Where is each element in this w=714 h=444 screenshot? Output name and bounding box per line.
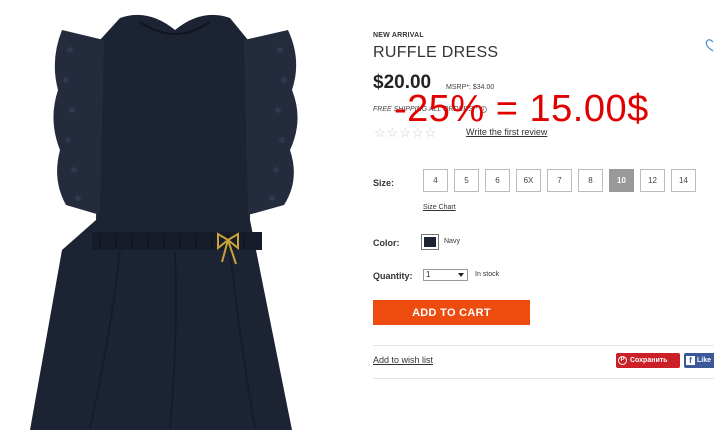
- product-title: RUFFLE DRESS: [373, 44, 499, 61]
- size-option-4[interactable]: 4: [423, 169, 448, 192]
- size-option-7[interactable]: 7: [547, 169, 572, 192]
- size-option-14[interactable]: 14: [671, 169, 696, 192]
- size-option-5[interactable]: 5: [454, 169, 479, 192]
- size-label: Size:: [373, 178, 395, 188]
- pinterest-icon: P: [618, 356, 627, 365]
- size-chart-link[interactable]: Size Chart: [423, 204, 456, 211]
- size-options: 4 5 6 6X 7 8 10 12 14: [423, 169, 696, 192]
- heart-icon[interactable]: [704, 38, 714, 52]
- facebook-icon: f: [686, 356, 695, 365]
- size-option-10[interactable]: 10: [609, 169, 634, 192]
- add-to-wishlist-link[interactable]: Add to wish list: [373, 355, 433, 365]
- quantity-value: 1: [426, 270, 431, 279]
- add-to-cart-button[interactable]: ADD TO CART: [373, 300, 530, 325]
- color-label: Color:: [373, 238, 400, 248]
- write-review-link[interactable]: Write the first review: [466, 127, 547, 137]
- quantity-label: Quantity:: [373, 271, 413, 281]
- facebook-label: Like: [697, 357, 712, 364]
- color-name: Navy: [444, 238, 460, 245]
- new-arrival-badge: NEW ARRIVAL: [373, 32, 424, 39]
- pinterest-label: Сохранить: [630, 357, 668, 364]
- product-image: [0, 0, 350, 444]
- size-option-8[interactable]: 8: [578, 169, 603, 192]
- divider: [373, 345, 714, 346]
- stock-status: In stock: [475, 271, 500, 278]
- pinterest-save-button[interactable]: P Сохранить: [616, 353, 680, 368]
- quantity-select[interactable]: 1: [423, 269, 468, 281]
- facebook-like-button[interactable]: f Like: [684, 353, 714, 368]
- color-swatch-navy[interactable]: [421, 234, 439, 250]
- size-option-6[interactable]: 6: [485, 169, 510, 192]
- size-option-12[interactable]: 12: [640, 169, 665, 192]
- chevron-down-icon: [458, 273, 464, 277]
- rating-stars[interactable]: ☆☆☆☆☆: [374, 125, 437, 141]
- divider: [373, 378, 714, 379]
- size-option-6x[interactable]: 6X: [516, 169, 541, 192]
